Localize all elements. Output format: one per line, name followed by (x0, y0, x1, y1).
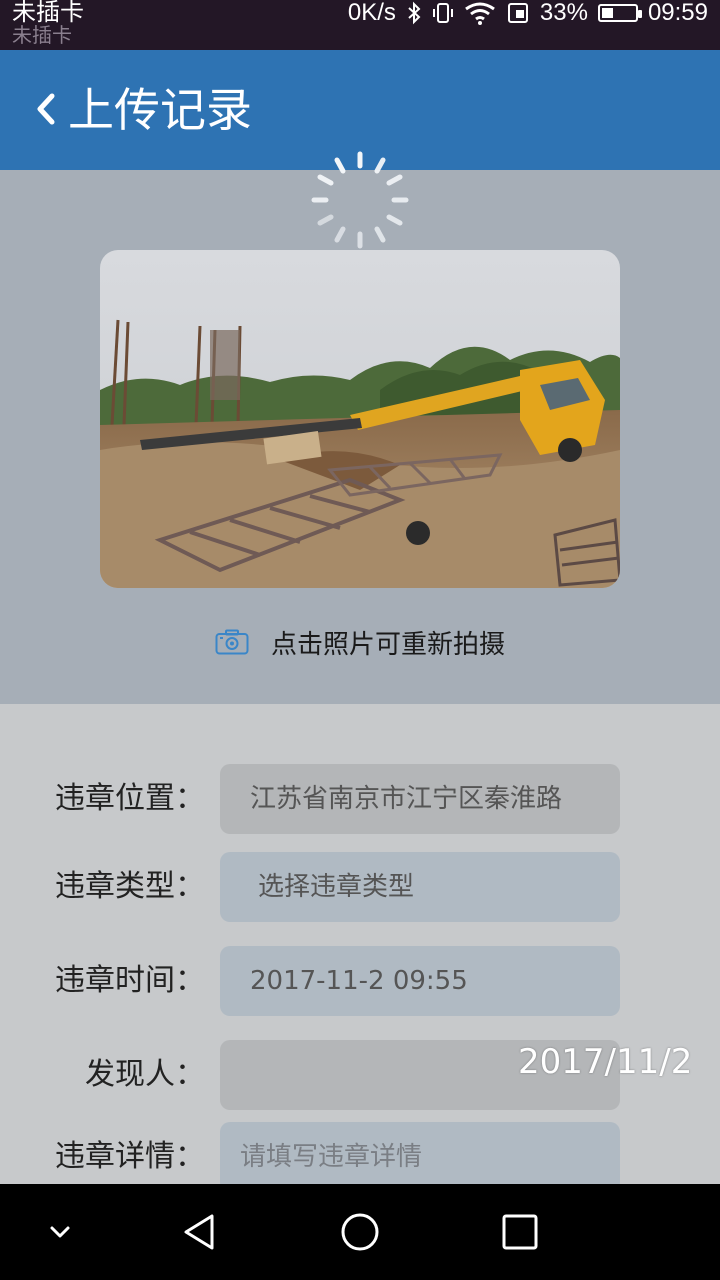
retake-hint[interactable]: 点击照片可重新拍摄 (0, 620, 720, 664)
date-stamp-overlay: 2017/11/2 (518, 1042, 693, 1082)
type-select[interactable]: 选择违章类型 (220, 852, 620, 922)
clock: 09:59 (647, 0, 708, 26)
time-label: 违章时间： (55, 963, 205, 998)
details-field[interactable]: 请填写违章详情 (220, 1122, 620, 1192)
triangle-back-icon[interactable] (180, 1212, 220, 1252)
status-right: 0K/s 33% 09:59 (348, 0, 708, 26)
camera-icon (215, 629, 249, 655)
battery-fill (601, 8, 613, 18)
circle-home-icon[interactable] (340, 1212, 380, 1252)
location-label: 违章位置： (55, 781, 205, 816)
retake-hint-text: 点击照片可重新拍摄 (270, 629, 505, 660)
wifi-icon (465, 2, 495, 25)
violation-form: 违章位置： 江苏省南京市江宁区秦淮路 违章类型： 选择违章类型 违章时间： 20… (0, 704, 720, 1192)
details-row: 违章详情： 请填写违章详情 (0, 1122, 720, 1192)
carrier-text: 未插卡 (12, 0, 84, 26)
spinner-icon (311, 151, 409, 249)
square-recents-icon[interactable] (500, 1212, 540, 1252)
page-title: 上传记录 (68, 83, 252, 137)
type-label: 违章类型： (55, 869, 205, 904)
battery-icon (597, 4, 642, 22)
violation-photo[interactable] (100, 250, 620, 588)
carrier-ghost-text: 未插卡 (12, 25, 72, 47)
finder-label: 发现人： (85, 1057, 205, 1092)
time-row: 违章时间： 2017-11-2 09:55 (0, 946, 720, 1016)
type-row: 违章类型： 选择违章类型 (0, 852, 720, 922)
chevron-down-icon[interactable] (40, 1212, 80, 1252)
navigation-bar (0, 1184, 720, 1280)
sim-status-icon (507, 3, 528, 23)
chevron-left-icon[interactable] (30, 84, 64, 134)
location-field[interactable]: 江苏省南京市江宁区秦淮路 (220, 764, 620, 834)
vibrate-icon (432, 3, 453, 23)
network-speed: 0K/s (347, 0, 396, 26)
bluetooth-icon (408, 1, 421, 25)
time-field[interactable]: 2017-11-2 09:55 (220, 946, 620, 1016)
status-bar: 未插卡 未插卡 0K/s 33% 09:59 (0, 0, 720, 50)
details-label: 违章详情： (55, 1139, 205, 1174)
battery-percent: 33% (539, 0, 588, 26)
photo-section: 点击照片可重新拍摄 (0, 151, 720, 704)
location-row: 违章位置： 江苏省南京市江宁区秦淮路 (0, 764, 720, 834)
